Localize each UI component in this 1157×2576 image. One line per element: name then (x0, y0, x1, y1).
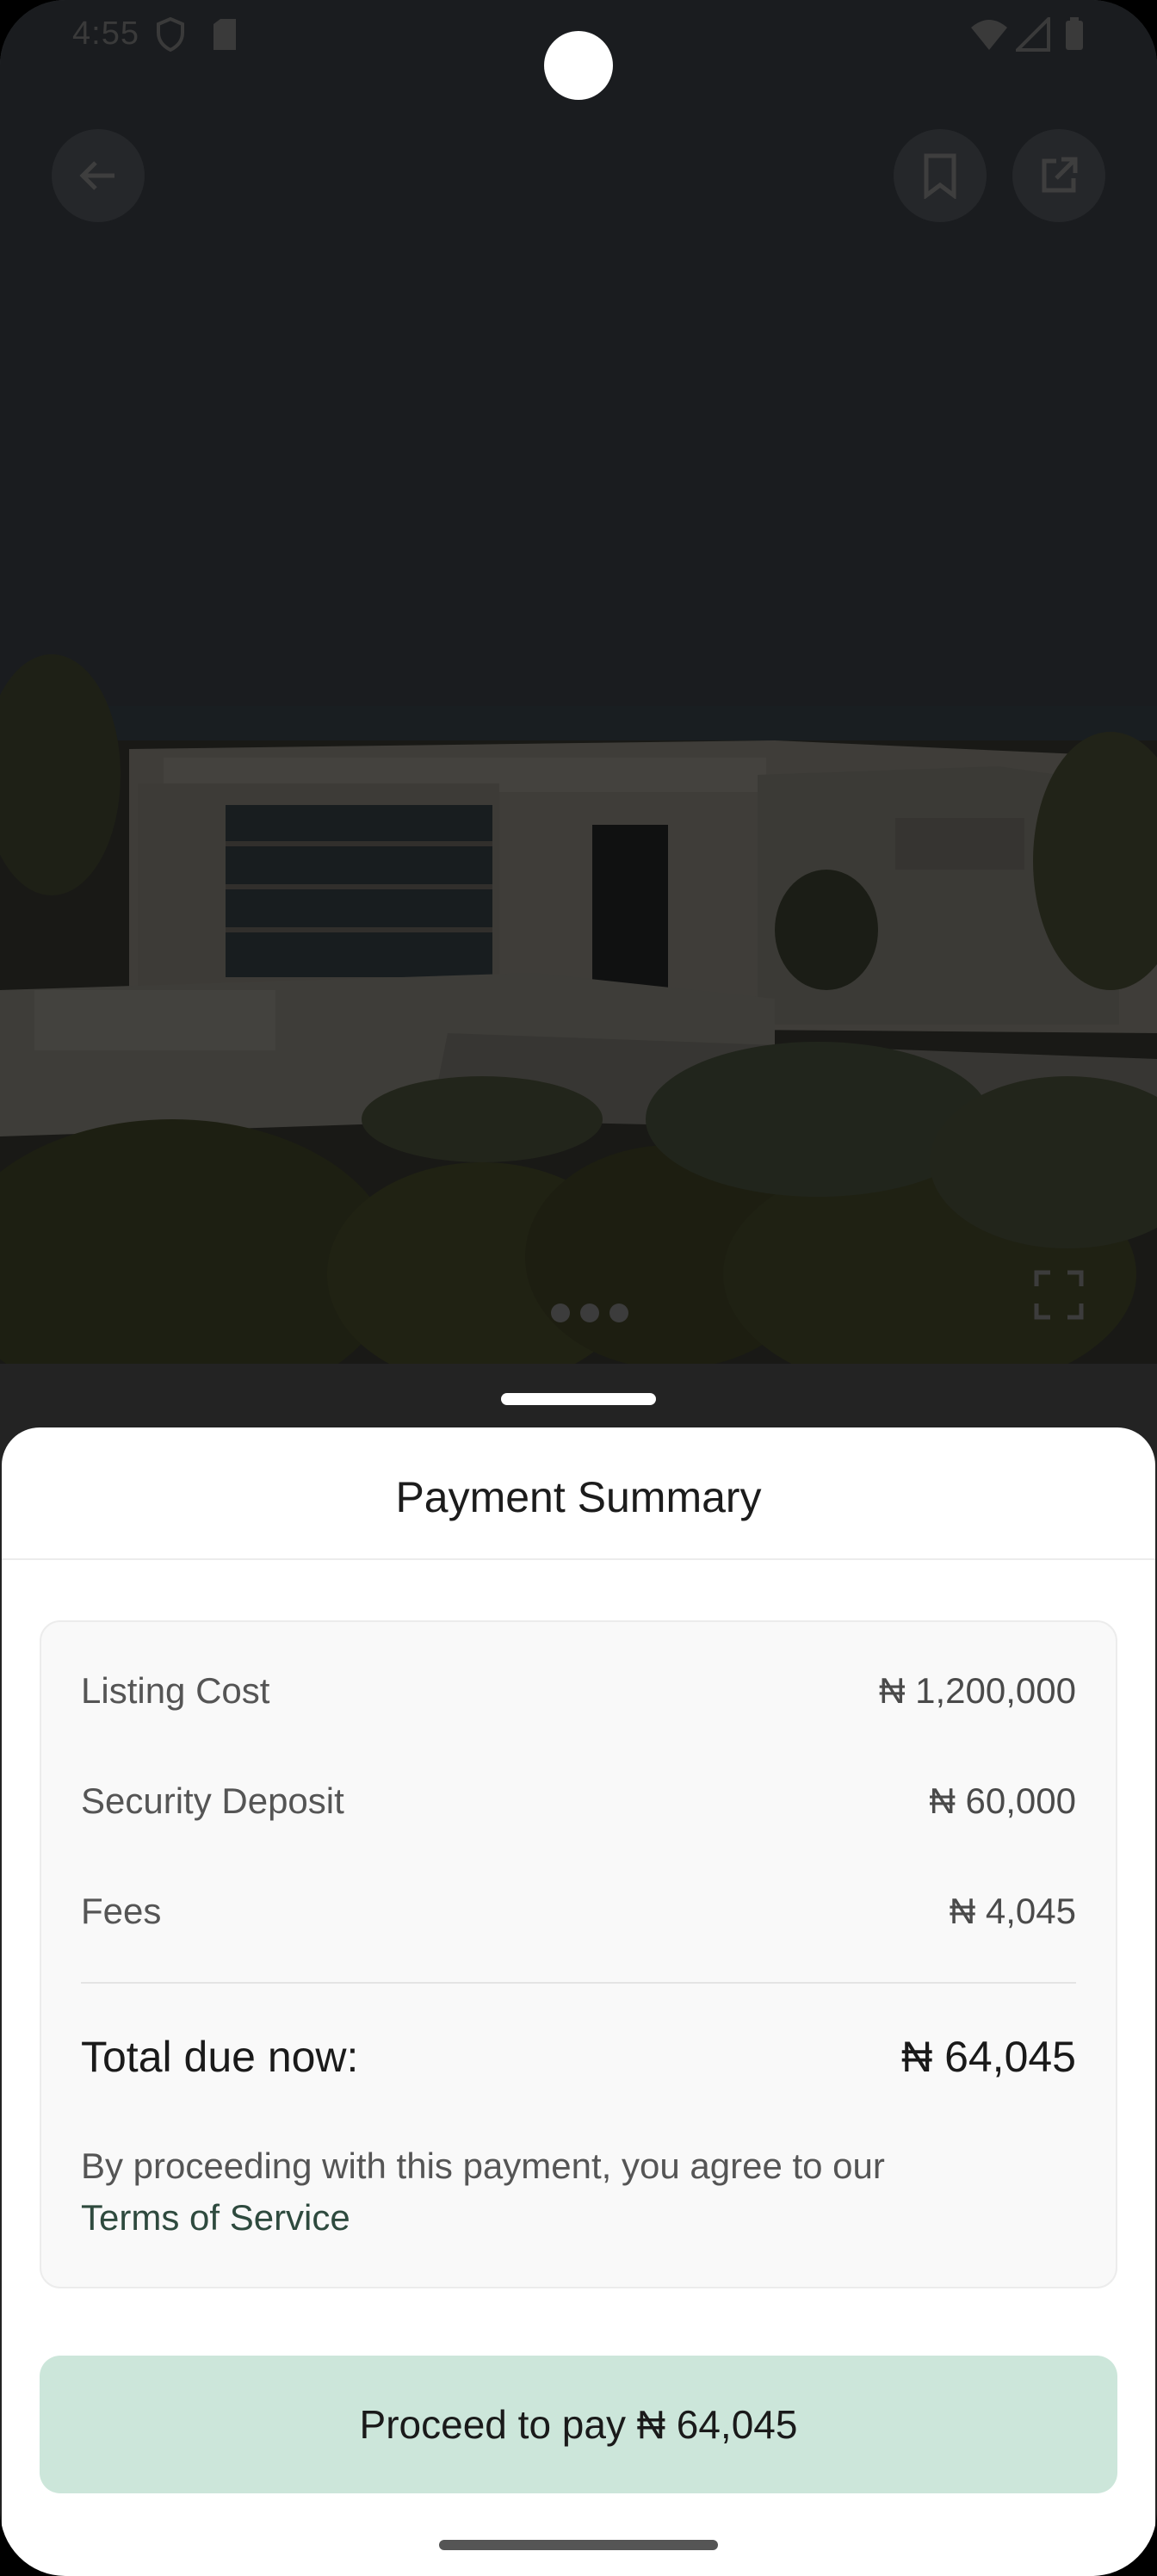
gallery-pagination[interactable] (551, 1303, 628, 1322)
bookmark-icon (924, 153, 956, 199)
camera-cutout (544, 31, 613, 100)
sheet-title: Payment Summary (395, 1473, 762, 1521)
gallery-dot[interactable] (609, 1303, 628, 1322)
home-indicator[interactable] (439, 2540, 718, 2550)
screen: 4:55 Payment Summary Listing Cost ₦ 1,20… (0, 0, 1157, 2576)
listing-cost-row: Listing Cost ₦ 1,200,000 (81, 1665, 1076, 1717)
sheet-drag-handle[interactable] (501, 1393, 656, 1405)
share-icon (1042, 157, 1078, 193)
agreement-text: By proceeding with this payment, you agr… (81, 2140, 1076, 2244)
divider (81, 1982, 1076, 1984)
share-button[interactable] (1012, 129, 1105, 222)
terms-of-service-link[interactable]: Terms of Service (81, 2192, 350, 2244)
fees-row: Fees ₦ 4,045 (81, 1886, 1076, 1937)
wifi-icon (969, 17, 1009, 56)
shield-icon (155, 16, 186, 56)
battery-icon (1064, 17, 1085, 56)
listing-photo[interactable] (0, 0, 1157, 1364)
row-label: Security Deposit (81, 1780, 344, 1821)
row-label: Fees (81, 1891, 162, 1931)
divider (2, 1558, 1155, 1560)
gallery-dot[interactable] (551, 1303, 570, 1322)
total-row: Total due now: ₦ 64,045 (81, 2027, 1076, 2087)
payment-summary-sheet: Payment Summary Listing Cost ₦ 1,200,000… (2, 1427, 1155, 2576)
photo-dim-overlay (0, 0, 1157, 1364)
row-value: ₦ 1,200,000 (879, 1670, 1076, 1711)
status-time: 4:55 (72, 15, 139, 52)
signal-icon (1013, 15, 1050, 56)
sim-icon (212, 17, 238, 56)
back-arrow-icon (79, 161, 114, 190)
row-value: ₦ 60,000 (929, 1780, 1076, 1821)
total-value: ₦ 64,045 (901, 2033, 1076, 2081)
summary-card: Listing Cost ₦ 1,200,000 Security Deposi… (40, 1620, 1117, 2288)
row-value: ₦ 4,045 (949, 1891, 1076, 1931)
gallery-dot[interactable] (580, 1303, 599, 1322)
security-deposit-row: Security Deposit ₦ 60,000 (81, 1775, 1076, 1827)
total-label: Total due now: (81, 2033, 359, 2081)
row-label: Listing Cost (81, 1670, 270, 1711)
agreement-sentence: By proceeding with this payment, you agr… (81, 2146, 885, 2186)
proceed-to-pay-button[interactable]: Proceed to pay ₦ 64,045 (40, 2356, 1117, 2493)
back-button[interactable] (52, 129, 145, 222)
bookmark-button[interactable] (894, 129, 987, 222)
expand-icon[interactable] (1031, 1267, 1086, 1322)
